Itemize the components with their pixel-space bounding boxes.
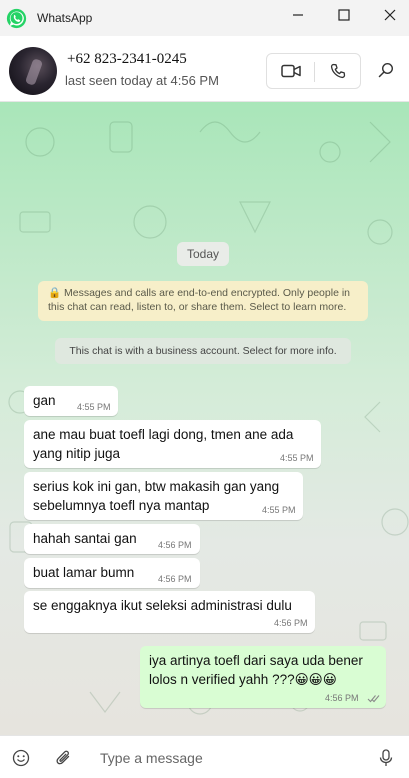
whatsapp-logo-icon xyxy=(6,8,27,29)
message-text: buat lamar bumn xyxy=(33,565,135,580)
chat-area[interactable]: Today 🔒 Messages and calls are end-to-en… xyxy=(0,102,409,735)
message-time: 4:56 PM xyxy=(325,693,359,703)
message-text: serius kok ini gan, btw makasih gan yang… xyxy=(33,479,280,513)
video-call-icon xyxy=(280,64,301,78)
call-button-group xyxy=(266,53,361,89)
search-button[interactable] xyxy=(372,56,400,84)
outgoing-message[interactable]: iya artinya toefl dari saya uda bener lo… xyxy=(140,646,386,708)
chat-header: +62 823-2341-0245 last seen today at 4:5… xyxy=(0,36,409,102)
emoji-button[interactable] xyxy=(9,746,33,770)
message-composer xyxy=(0,735,409,778)
mic-icon xyxy=(379,749,393,766)
contact-avatar[interactable] xyxy=(9,47,57,95)
message-text: se enggaknya ikut seleksi administrasi d… xyxy=(33,598,292,613)
message-text: ane mau buat toefl lagi dong, tmen ane a… xyxy=(33,427,294,461)
incoming-message[interactable]: hahah santai gan 4:56 PM xyxy=(24,524,200,554)
message-time: 4:56 PM xyxy=(158,540,192,550)
business-account-notice[interactable]: This chat is with a business account. Se… xyxy=(55,338,351,364)
video-call-button[interactable] xyxy=(267,54,314,88)
contact-name[interactable]: +62 823-2341-0245 xyxy=(67,51,187,68)
message-time: 4:55 PM xyxy=(280,453,314,463)
maximize-button[interactable] xyxy=(321,0,367,30)
message-input[interactable] xyxy=(92,743,362,773)
chat-wallpaper xyxy=(8,121,409,715)
maximize-icon xyxy=(338,9,350,21)
minimize-icon xyxy=(293,14,303,16)
attach-button[interactable] xyxy=(52,746,76,770)
voice-call-icon xyxy=(330,63,346,79)
encryption-notice[interactable]: 🔒 Messages and calls are end-to-end encr… xyxy=(38,281,368,321)
message-text: hahah santai gan xyxy=(33,531,137,546)
contact-last-seen: last seen today at 4:56 PM xyxy=(65,73,219,88)
app-title: WhatsApp xyxy=(37,11,93,25)
incoming-message[interactable]: buat lamar bumn 4:56 PM xyxy=(24,558,200,588)
incoming-message[interactable]: ane mau buat toefl lagi dong, tmen ane a… xyxy=(24,420,321,468)
double-check-icon xyxy=(367,695,380,703)
search-icon xyxy=(378,62,394,78)
incoming-message[interactable]: serius kok ini gan, btw makasih gan yang… xyxy=(24,472,303,520)
close-button[interactable] xyxy=(367,0,409,30)
window-titlebar: WhatsApp xyxy=(0,0,409,36)
incoming-message[interactable]: se enggaknya ikut seleksi administrasi d… xyxy=(24,591,315,633)
incoming-message[interactable]: gan 4:55 PM xyxy=(24,386,118,416)
voice-call-button[interactable] xyxy=(315,54,361,88)
attach-icon xyxy=(56,750,70,765)
close-icon xyxy=(384,9,396,21)
emoji-icon xyxy=(12,749,30,767)
message-text: iya artinya toefl dari saya uda bener lo… xyxy=(149,653,363,687)
minimize-button[interactable] xyxy=(275,0,321,30)
message-time: 4:55 PM xyxy=(262,505,296,515)
voice-message-button[interactable] xyxy=(374,746,398,770)
date-chip: Today xyxy=(177,242,229,266)
message-time: 4:56 PM xyxy=(158,574,192,584)
message-time: 4:55 PM xyxy=(77,402,111,412)
message-time: 4:56 PM xyxy=(274,618,308,628)
message-text: gan xyxy=(33,393,56,408)
